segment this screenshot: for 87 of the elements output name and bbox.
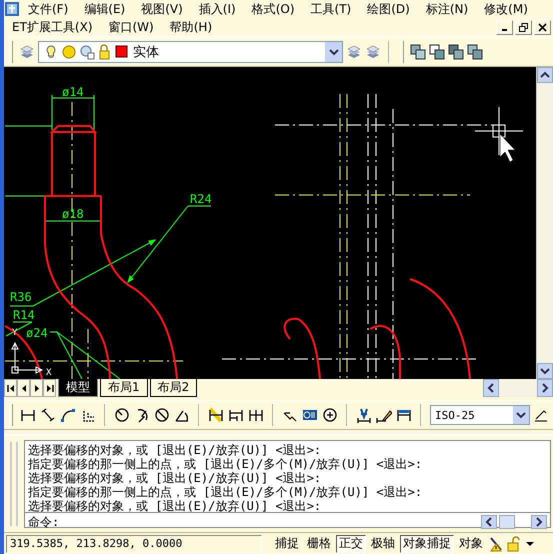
status-toggle[interactable]: 栅格 [304,534,334,552]
last-icon[interactable] [46,384,54,392]
layout-tab[interactable]: 模型 [58,379,98,397]
status-toggle[interactable]: 极轴 [368,534,398,552]
coordinates-display: 319.5385, 213.8298, 0.0000 [6,534,262,552]
toolbar-gripper[interactable] [9,40,13,62]
command-history-line: 指定要偏移的那一侧上的点，或 [退出(E)/多个(M)/放弃(U)] <退出>: [28,457,424,471]
menu-item[interactable]: 标注(N) [418,0,476,18]
scroll-up-icon[interactable] [540,71,550,79]
dimension-text: ø24 [26,326,48,340]
layers-icon[interactable] [19,44,35,60]
menu-item[interactable]: 格式(O) [244,0,303,18]
quick-dimension-icon[interactable] [208,407,224,423]
sun-icon [61,44,77,60]
send-under-icon[interactable] [467,44,483,60]
menu-item[interactable]: 工具(T) [302,0,360,18]
continue-dimension-icon[interactable] [248,407,264,423]
menu-item[interactable]: 修改(M) [476,0,536,18]
aligned-dimension-icon[interactable] [40,407,56,423]
vertical-scrollbar[interactable] [536,67,553,379]
menu-item[interactable]: 绘图(D) [359,0,418,18]
dimension-update-icon[interactable] [396,407,412,423]
baseline-dimension-icon[interactable] [228,407,244,423]
status-toggle[interactable]: 对象捕捉 [400,534,454,552]
menu-item[interactable]: 编辑(E) [76,0,134,18]
command-history-line: 选择要偏移的对象，或 [退出(E)/放弃(U)] <退出>: [28,499,322,513]
tolerance-icon[interactable] [302,407,318,423]
window-gripper[interactable] [10,442,18,526]
layer-previous-icon[interactable] [346,44,362,60]
send-to-back-icon[interactable] [429,44,445,60]
previous-tab-button[interactable] [17,379,30,397]
right-arrow-icon[interactable] [32,384,40,392]
layout-tab[interactable]: 布局2 [150,379,198,397]
menu-item[interactable]: 插入(I) [190,0,244,18]
first-tab-button[interactable] [4,379,17,397]
layer-name: 实体 [133,44,159,60]
menu-item[interactable]: ET扩展工具(X) [4,18,100,36]
command-history-line: 选择要偏移的对象，或 [退出(E)/放弃(U)] <退出>: [28,443,322,457]
bring-above-icon[interactable] [448,44,464,60]
arc-length-icon[interactable] [60,407,76,423]
diameter-icon[interactable] [154,407,170,423]
scroll-right-icon[interactable] [541,383,549,393]
satellite-icon[interactable] [488,536,504,552]
scroll-left-icon[interactable] [487,383,495,393]
next-tab-button[interactable] [30,379,43,397]
left-arrow-icon[interactable] [20,384,28,392]
command-history-line: 选择要偏移的对象，或 [退出(E)/放弃(U)] <退出>: [28,471,322,485]
status-toggle[interactable]: 捕捉 [272,534,302,552]
center-mark-icon[interactable] [322,407,338,423]
dimension-text: R14 [13,308,35,322]
menu-item[interactable]: 窗口(W) [100,18,162,36]
status-toggle[interactable]: 对象 [456,534,486,552]
status-toggle[interactable]: 正交 [336,534,366,552]
menu-item[interactable]: 视图(V) [133,0,191,18]
bring-to-front-icon[interactable] [410,44,426,60]
close-button[interactable] [534,20,551,34]
radius-icon[interactable] [114,407,130,423]
linear-dimension-icon[interactable] [20,407,36,423]
toolbar-gripper[interactable] [9,404,13,426]
dimension-text: R36 [10,290,32,304]
command-prompt[interactable]: 命令: [28,515,60,529]
dimension-style-dropdown[interactable]: ISO-25 [430,405,530,425]
app-icon[interactable] [4,1,20,17]
layout-tab[interactable]: 布局1 [100,379,148,397]
dimension-edit-icon[interactable] [356,407,372,423]
dimension-text: ø18 [62,207,84,221]
restore-icon[interactable] [519,22,528,32]
close-icon[interactable] [538,22,547,32]
scroll-right-icon[interactable] [535,517,543,527]
scroll-down-icon[interactable] [540,367,550,375]
restore-button[interactable] [515,20,532,34]
last-tab-button[interactable] [43,379,56,397]
dimension-text: ø14 [62,85,84,99]
layer-dropdown[interactable]: 实体 [38,40,343,62]
dimension-text: R24 [190,192,212,206]
menu-item[interactable]: 文件(F) [20,0,76,18]
menu-item[interactable]: 帮助(H) [162,18,220,36]
scroll-thumb[interactable] [499,515,515,529]
toolbar-gripper[interactable] [400,40,404,62]
horizontal-scrollbar[interactable] [483,379,553,397]
scroll-left-icon[interactable] [485,517,493,527]
color-swatch-icon [115,44,128,59]
command-history-line: 指定要偏移的那一侧上的点，或 [退出(E)/多个(M)/放弃(U)] <退出>: [28,485,424,499]
minimize-button[interactable] [496,20,513,34]
crosshair-cursor-icon [474,106,524,162]
first-icon[interactable] [6,384,14,392]
layer-restore-icon[interactable] [365,44,381,60]
